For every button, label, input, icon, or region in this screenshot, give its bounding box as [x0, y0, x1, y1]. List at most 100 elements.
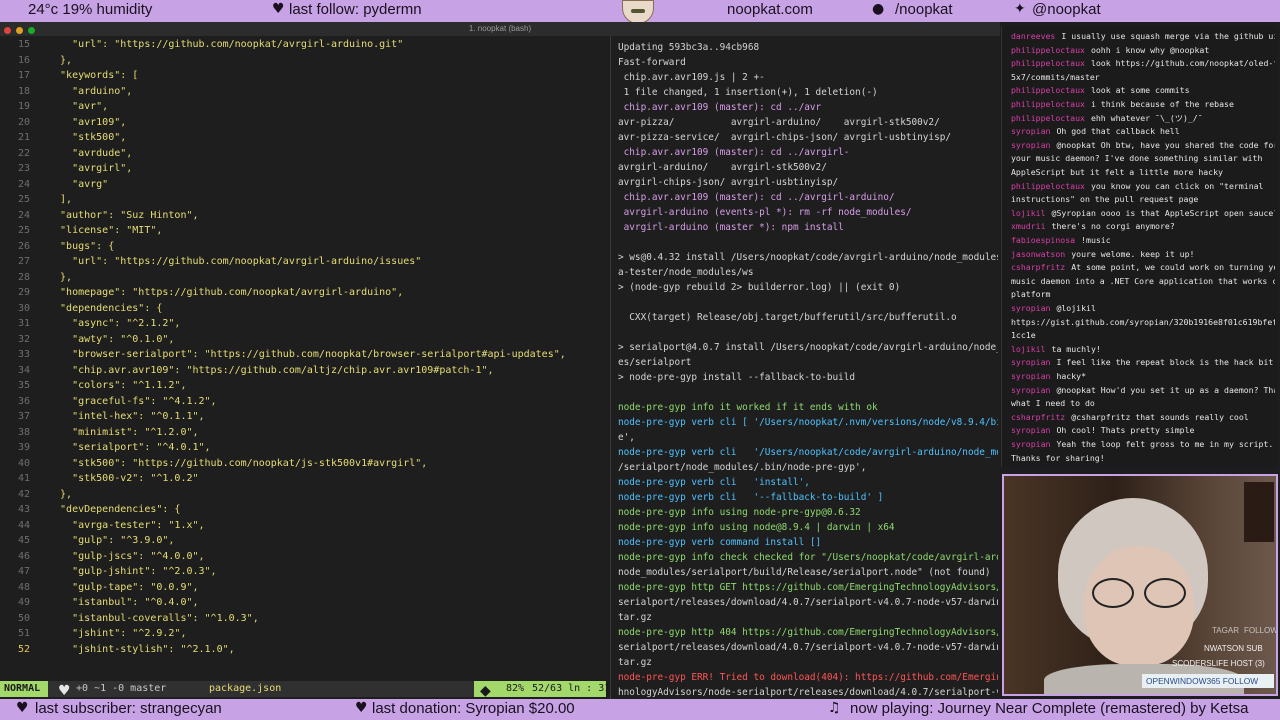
code-line[interactable]: 22 "avrdude", [0, 146, 132, 161]
shell-output-line: > (node-gyp rebuild 2> builderror.log) |… [618, 282, 901, 293]
vim-editor-pane[interactable]: 15 "url": "https://github.com/noopkat/av… [0, 36, 606, 677]
chat-username: xmudrii [1011, 221, 1046, 232]
code-text: "avrgirl", [48, 163, 133, 174]
code-line[interactable]: 20 "avr109", [0, 115, 126, 130]
code-line[interactable]: 42 }, [0, 487, 72, 502]
code-line[interactable]: 18 "arduino", [0, 84, 132, 99]
zoom-dot-icon[interactable] [28, 27, 36, 34]
code-line[interactable]: 51 "jshint": "^2.9.2", [0, 626, 187, 641]
line-number: 35 [17, 380, 30, 391]
chat-text: @noopkat Oh btw, have you shared the cod… [1056, 139, 1275, 150]
code-line[interactable]: 36 "graceful-fs": "^4.1.2", [0, 394, 217, 409]
code-line[interactable]: 38 "minimist": "^1.2.0", [0, 425, 199, 440]
code-line[interactable]: 39 "serialport": "^4.0.1", [0, 440, 211, 455]
shell-output-line: avrgirl-arduino/ avrgirl-stk500v2/ [618, 162, 827, 173]
shell-output-line: Fast-forward [618, 57, 686, 68]
file-name: package.json [209, 683, 282, 694]
chat-text: look https://github.com/noopkat/oled-fon… [1090, 58, 1275, 69]
code-line[interactable]: 24 "avrg" [0, 177, 108, 192]
code-line[interactable]: 35 "colors": "^1.1.2", [0, 378, 187, 393]
code-line[interactable]: 52 "jshint-stylish": "^2.1.0", [0, 642, 235, 657]
chat-message: syropian I feel like the repeat block is … [1011, 356, 1275, 370]
shell-output-line: e', [618, 432, 635, 443]
code-line[interactable]: 15 "url": "https://github.com/noopkat/av… [0, 37, 403, 52]
code-text: "stk500-v2": "^1.0.2" [48, 473, 199, 484]
shell-output-line: avrgirl-arduino (events-pl *): rm -rf no… [618, 207, 912, 218]
code-line[interactable]: 33 "browser-serialport": "https://github… [0, 347, 566, 362]
code-line[interactable]: 44 "avrga-tester": "1.x", [0, 518, 205, 533]
code-text: "colors": "^1.1.2", [48, 380, 187, 391]
chat-username: csharpfritz [1011, 262, 1066, 273]
code-text: "avr", [48, 101, 109, 112]
code-line[interactable]: 45 "gulp": "^3.9.0", [0, 533, 174, 548]
code-line[interactable]: 27 "url": "https://github.com/noopkat/av… [0, 254, 421, 269]
code-line[interactable]: 25 ], [0, 192, 72, 207]
minimize-dot-icon[interactable] [16, 27, 24, 34]
code-line[interactable]: 48 "gulp-tape": "0.0.9", [0, 580, 199, 595]
code-text: "graceful-fs": "^4.1.2", [48, 395, 217, 407]
code-line[interactable]: 17 "keywords": [ [0, 68, 138, 83]
line-number: 42 [17, 488, 30, 500]
code-line[interactable]: 21 "stk500", [0, 130, 126, 145]
chat-message: csharpfritz At some point, we could work … [1011, 261, 1275, 275]
chat-username: syropian [1011, 371, 1051, 381]
code-line[interactable]: 37 "intel-hex": "^0.1.1", [0, 409, 205, 424]
overlay-tag-1: TAGAR [1212, 626, 1239, 635]
chat-message: lojikil @Syropian oooo is that AppleScrip… [1011, 207, 1275, 221]
terminal-titlebar[interactable]: 1. noopkat (bash) [0, 22, 1000, 36]
chat-message: syropian hacky* [1011, 370, 1275, 384]
code-line[interactable]: 43 "devDependencies": { [0, 502, 181, 517]
code-text: "bugs": { [48, 240, 115, 252]
shell-pane[interactable]: Updating 593bc3a..94cb968 Fast-forward ch… [618, 40, 998, 698]
heart-icon: ♥ [16, 700, 29, 716]
line-number: 31 [17, 318, 30, 329]
code-text: "jshint": "^2.9.2", [48, 628, 187, 639]
code-line[interactable]: 26 "bugs": { [0, 239, 114, 254]
scroll-percent: 82% [506, 683, 525, 694]
shell-output-line: node-pre-gyp ERR! Tried to download(404)… [618, 672, 998, 683]
code-line[interactable]: 29 "homepage": "https://github.com/noopk… [0, 285, 403, 300]
shell-output-line: a-tester/node_modules/ws [618, 267, 754, 278]
twitter-icon: ✦ [1014, 1, 1026, 17]
code-line[interactable]: 46 "gulp-jscs": "^4.0.0", [0, 549, 205, 564]
line-number: 34 [17, 364, 30, 376]
chat-text: Yeah the loop felt gross to me in my scr… [1056, 439, 1274, 449]
code-text: "avrg" [48, 178, 109, 190]
code-line[interactable]: 28 }, [0, 270, 72, 285]
line-number: 48 [17, 581, 30, 593]
code-line[interactable]: 23 "avrgirl", [0, 161, 132, 176]
now-playing-label: now playing: Journey Near Complete (rema… [850, 700, 1249, 717]
code-line[interactable]: 50 "istanbul-coveralls": "^1.0.3", [0, 611, 259, 626]
chat-message: syropian @noopkat How'd you set it up as … [1011, 384, 1275, 398]
terminal-window[interactable]: 1. noopkat (bash) 15 "url": "https://git… [0, 22, 1000, 699]
line-number: 43 [17, 504, 30, 515]
code-text: "stk500", [48, 132, 127, 143]
code-line[interactable]: 30 "dependencies": { [0, 301, 162, 316]
chat-username: csharpfritz [1011, 411, 1066, 422]
code-line[interactable]: 31 "async": "^2.1.2", [0, 316, 181, 331]
chat-username: lojikil [1011, 207, 1046, 218]
code-line[interactable]: 34 "chip.avr.avr109": "https://github.co… [0, 363, 494, 378]
shell-output-line: node-pre-gyp verb cli '/Users/noopkat/co… [618, 447, 998, 458]
webcam-shelf [1244, 482, 1274, 542]
code-text: "keywords": [ [48, 70, 139, 81]
chat-username: syropian [1011, 439, 1051, 449]
close-dot-icon[interactable] [4, 27, 11, 34]
code-line[interactable]: 49 "istanbul": "^0.4.0", [0, 595, 199, 610]
code-line[interactable]: 25 "license": "MIT", [0, 223, 162, 238]
code-line[interactable]: 47 "gulp-jshint": "^2.0.3", [0, 564, 217, 579]
pane-divider[interactable] [610, 36, 611, 699]
code-line[interactable]: 19 "avr", [0, 99, 108, 114]
line-number: 44 [17, 519, 30, 531]
line-number: 52 [17, 643, 30, 655]
chat-username: syropian [1011, 357, 1051, 368]
code-line[interactable]: 32 "awty": "^0.1.0", [0, 332, 174, 347]
code-line[interactable]: 24 "author": "Suz Hinton", [0, 208, 199, 223]
line-number: 26 [17, 240, 30, 252]
code-line[interactable]: 16 }, [0, 53, 72, 68]
shell-output-line: > ws@0.4.32 install /Users/noopkat/code/… [618, 252, 998, 263]
code-text: "awty": "^0.1.0", [48, 333, 175, 345]
code-line[interactable]: 41 "stk500-v2": "^1.0.2" [0, 471, 199, 486]
site-label: noopkat.com [727, 1, 813, 18]
code-line[interactable]: 40 "stk500": "https://github.com/noopkat… [0, 456, 427, 471]
